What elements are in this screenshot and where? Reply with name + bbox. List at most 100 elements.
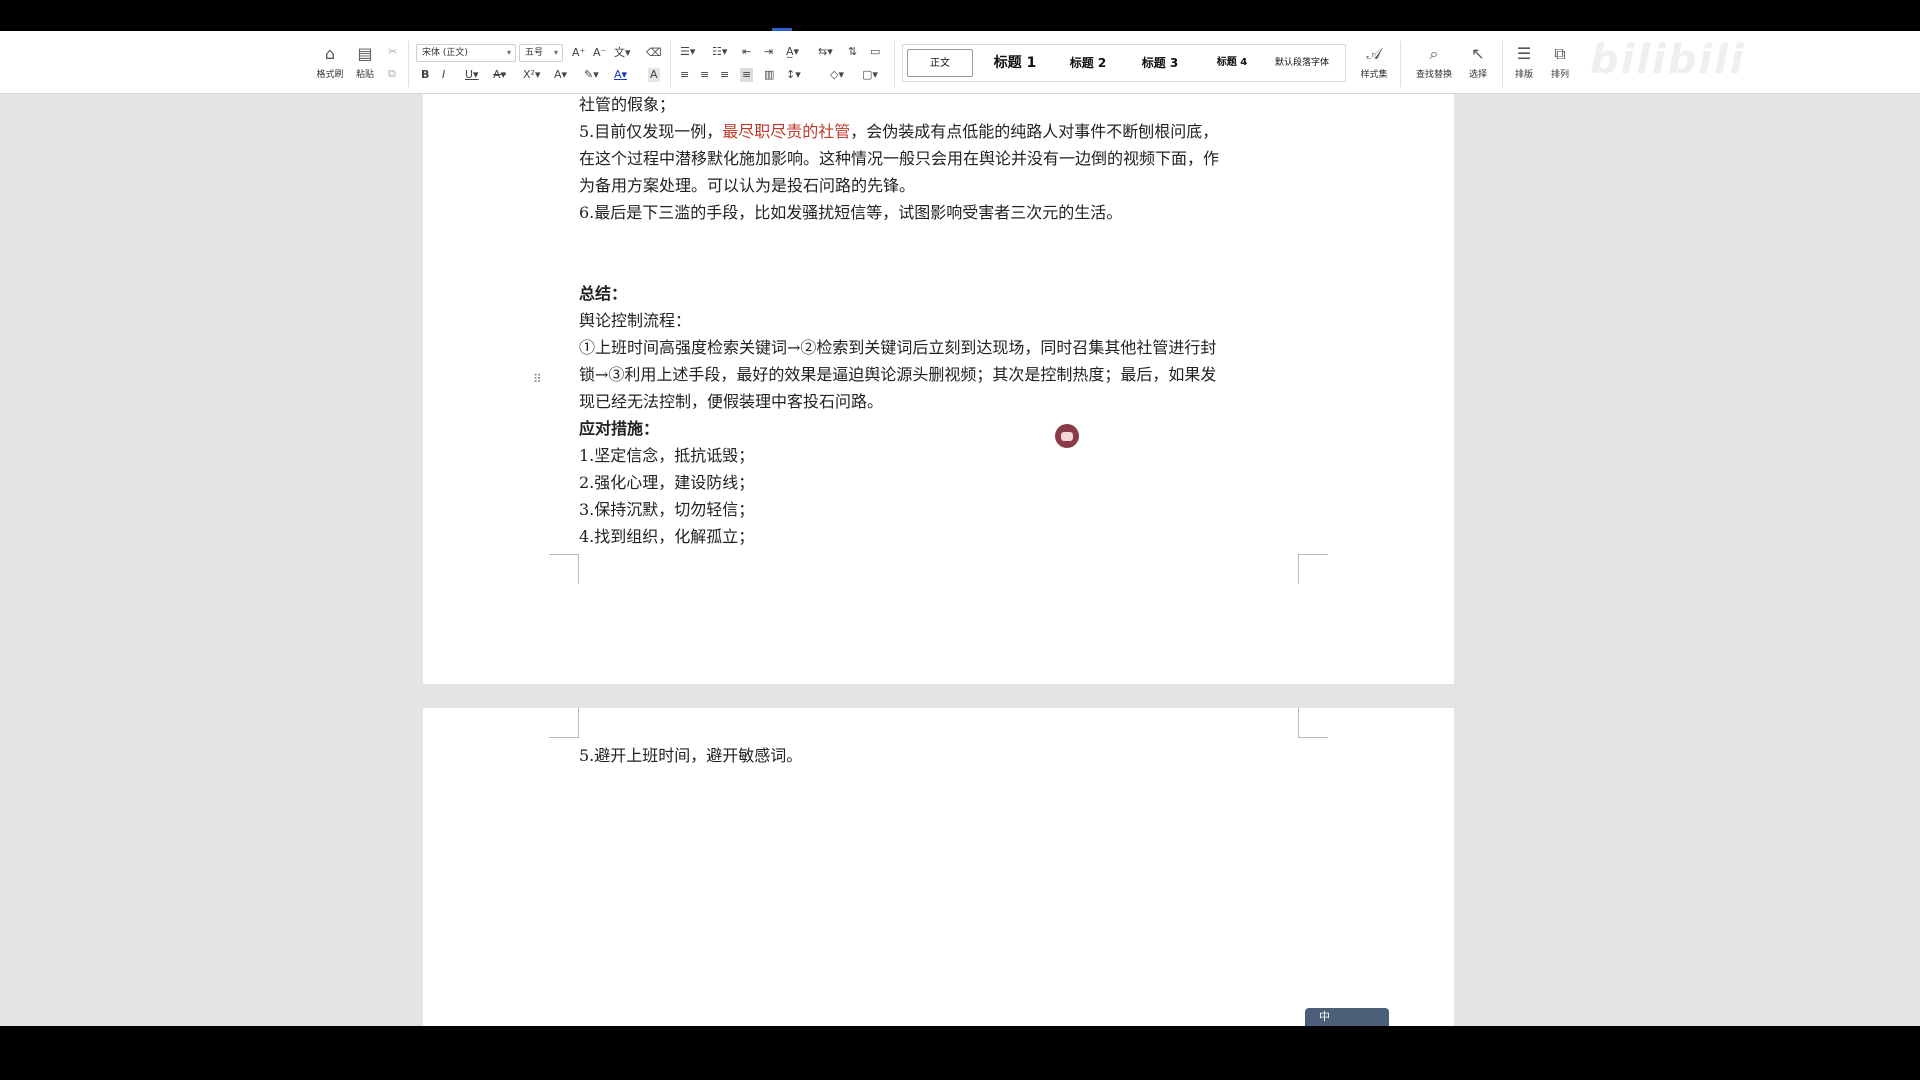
show-marks-icon[interactable]: ▭ <box>870 45 880 59</box>
text-run: 5.目前仅发现一例， <box>579 122 723 141</box>
cut-icon[interactable]: ✂ <box>388 45 397 59</box>
font-size-value: 五号 <box>525 48 544 58</box>
divider <box>1502 41 1503 87</box>
paragraph-line: 锁→③利用上述手段，最好的效果是逼迫舆论源头删视频；其次是控制热度；最后，如果发 <box>579 365 1217 384</box>
list-item: 4.找到组织，化解孤立； <box>579 527 755 546</box>
style-set-icon: 𝒜 <box>1366 44 1382 63</box>
align-right-icon[interactable]: ≡ <box>720 68 729 82</box>
paste-button[interactable]: ▤ 粘贴 <box>345 43 385 80</box>
margin-corner-mark <box>1298 708 1328 738</box>
align-left-icon[interactable]: ≡ <box>680 68 689 82</box>
chinese-layout-icon[interactable]: A̲▾ <box>786 45 799 59</box>
paragraph-line: 在这个过程中潜移默化施加影响。这种情况一般只会用在舆论并没有一边倒的视频下面，作 <box>579 149 1220 168</box>
phonetic-guide-icon[interactable]: 文▾ <box>614 46 631 60</box>
ime-toolbar[interactable]: 中 <box>1305 1008 1389 1026</box>
align-center-icon[interactable]: ≡ <box>700 68 709 82</box>
list-item: 3.保持沉默，切勿轻信； <box>579 500 755 519</box>
justify-icon[interactable]: ≡ <box>740 68 754 82</box>
strikethrough-icon[interactable]: A▾ <box>493 68 506 82</box>
margin-corner-mark <box>549 708 579 738</box>
border-icon[interactable]: ▢▾ <box>862 68 878 82</box>
flow-heading: 舆论控制流程： <box>579 311 692 330</box>
font-size-select[interactable]: 五号 ▾ <box>519 44 563 62</box>
find-replace-button[interactable]: ⌕ 查找替换 <box>1412 43 1456 80</box>
paragraph-line: ①上班时间高强度检索关键词→②检索到关键词后立刻到达现场，同时召集其他社管进行封 <box>579 338 1217 357</box>
paragraph-line: 6.最后是下三滥的手段，比如发骚扰短信等，试图影响受害者三次元的生活。 <box>579 203 1123 222</box>
style-heading-4[interactable]: 标题 4 <box>1199 49 1265 77</box>
style-normal[interactable]: 正文 <box>907 49 973 77</box>
highlight-icon[interactable]: ✎▾ <box>584 68 599 82</box>
paintbrush-icon: ⌂ <box>324 44 336 63</box>
select-button[interactable]: ↖ 选择 <box>1458 43 1498 80</box>
style-gallery: 正文 标题 1 标题 2 标题 3 标题 4 默认段落字体 <box>902 44 1346 82</box>
find-replace-label: 查找替换 <box>1415 70 1452 80</box>
shrink-font-icon[interactable]: A⁻ <box>593 46 606 60</box>
font-color-icon[interactable]: A▾ <box>614 68 627 82</box>
bold-icon[interactable]: B <box>421 68 429 82</box>
format-painter-label: 格式刷 <box>316 70 344 80</box>
format-painter-button[interactable]: ⌂ 格式刷 <box>310 43 350 80</box>
underline-icon[interactable]: U▾ <box>465 68 479 82</box>
arrange-button[interactable]: ⧉ 排列 <box>1540 43 1580 80</box>
bullet-list-icon[interactable]: ☰▾ <box>680 45 695 59</box>
chevron-down-icon: ▾ <box>553 48 558 57</box>
decrease-indent-icon[interactable]: ⇤ <box>742 45 751 59</box>
paragraph-line: 现已经无法控制，便假装理中客投石问路。 <box>579 392 884 411</box>
margin-corner-mark <box>549 554 579 584</box>
highlighted-text: 最尽职尽责的社管 <box>722 122 851 141</box>
divider <box>670 41 671 87</box>
ribbon-toolbar: ⌂ 格式刷 ▤ 粘贴 ✂ ⧉ 宋体 (正文) ▾ 五号 ▾ A⁺ A⁻ 文▾ ⌫… <box>0 31 1920 94</box>
layout-button[interactable]: ☰ 排版 <box>1504 43 1544 80</box>
distributed-icon[interactable]: ▥ <box>764 68 774 82</box>
text-effect-icon[interactable]: A▾ <box>554 68 567 82</box>
copy-icon[interactable]: ⧉ <box>388 67 396 81</box>
document-page[interactable]: 5.避开上班时间，避开敏感词。 <box>423 708 1454 1026</box>
divider <box>1400 41 1401 87</box>
screen: ⌂ 格式刷 ▤ 粘贴 ✂ ⧉ 宋体 (正文) ▾ 五号 ▾ A⁺ A⁻ 文▾ ⌫… <box>0 0 1920 1080</box>
style-set-button[interactable]: 𝒜 样式集 <box>1354 43 1394 80</box>
paste-label: 粘贴 <box>355 70 374 80</box>
margin-corner-mark <box>1298 554 1328 584</box>
cursor-arrow-icon: ↖ <box>1471 44 1485 63</box>
increase-indent-icon[interactable]: ⇥ <box>764 45 773 59</box>
numbered-list-icon[interactable]: ☷▾ <box>712 45 727 59</box>
mouse-cursor-icon <box>1055 424 1079 448</box>
bottom-black-bar <box>0 1026 1920 1080</box>
document-workspace[interactable]: 社管的假象； 5.目前仅发现一例，最尽职尽责的社管，会伪装成有点低能的纯路人对事… <box>0 94 1920 1026</box>
paragraph-line: 社管的假象； <box>579 95 676 114</box>
style-heading-1[interactable]: 标题 1 <box>981 49 1049 77</box>
char-shading-icon[interactable]: A <box>648 68 660 82</box>
list-item: 2.强化心理，建设防线； <box>579 473 755 492</box>
arrange-icon: ⧉ <box>1554 44 1566 63</box>
ime-mode-label: 中 <box>1319 1010 1330 1023</box>
italic-icon[interactable]: I <box>442 68 445 82</box>
superscript-icon[interactable]: X²▾ <box>523 68 540 82</box>
text-direction-icon[interactable]: ⇆▾ <box>818 45 833 59</box>
search-icon: ⌕ <box>1429 44 1439 63</box>
style-default-font[interactable]: 默认段落字体 <box>1267 49 1337 77</box>
paragraph-line: 为备用方案处理。可以认为是投石问路的先锋。 <box>579 176 916 195</box>
sort-icon[interactable]: ⇅ <box>848 45 857 59</box>
divider <box>894 41 895 87</box>
layout-label: 排版 <box>1514 70 1533 80</box>
measures-heading: 应对措施： <box>579 419 660 438</box>
list-item: 1.坚定信念，抵抗诋毁； <box>579 446 755 465</box>
list-item: 5.避开上班时间，避开敏感词。 <box>579 746 803 765</box>
top-black-bar <box>0 0 1920 30</box>
paragraph-line-5: 5.目前仅发现一例，最尽职尽责的社管，会伪装成有点低能的纯路人对事件不断刨根问底… <box>579 118 1218 145</box>
arrange-label: 排列 <box>1550 70 1569 80</box>
grow-font-icon[interactable]: A⁺ <box>572 46 585 60</box>
line-spacing-icon[interactable]: ↕▾ <box>786 68 801 82</box>
style-heading-2[interactable]: 标题 2 <box>1055 49 1121 77</box>
font-name-select[interactable]: 宋体 (正文) ▾ <box>416 44 516 62</box>
style-heading-3[interactable]: 标题 3 <box>1127 49 1193 77</box>
document-page[interactable]: 社管的假象； 5.目前仅发现一例，最尽职尽责的社管，会伪装成有点低能的纯路人对事… <box>423 94 1454 684</box>
shading-icon[interactable]: ◇▾ <box>830 68 844 82</box>
paragraph-drag-handle-icon[interactable]: ⠿ <box>533 372 542 386</box>
clear-format-icon[interactable]: ⌫ <box>646 46 662 60</box>
style-set-label: 样式集 <box>1360 70 1388 80</box>
chevron-down-icon: ▾ <box>506 48 511 57</box>
font-name-value: 宋体 (正文) <box>422 48 468 58</box>
select-label: 选择 <box>1468 70 1487 80</box>
bilibili-watermark: bilibili <box>1590 37 1746 83</box>
